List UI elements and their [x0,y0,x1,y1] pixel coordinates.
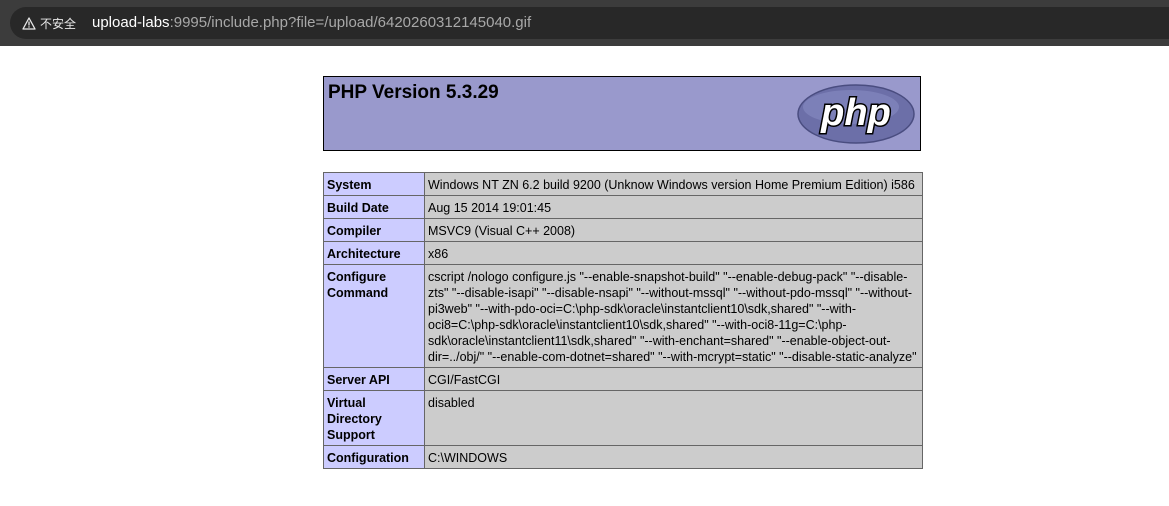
browser-toolbar: 不安全 upload-labs:9995/include.php?file=/u… [0,0,1169,46]
table-row: Architecture x86 [323,241,923,265]
phpinfo-table: System Windows NT ZN 6.2 build 9200 (Unkn… [323,172,923,469]
row-value: disabled [424,390,923,446]
row-key: Build Date [323,195,425,219]
table-row: Configuration C:\WINDOWS [323,445,923,469]
warning-icon [22,16,36,30]
row-key: Configure Command [323,264,425,368]
table-row: Virtual Directory Support disabled [323,390,923,446]
row-key: Architecture [323,241,425,265]
table-row: Build Date Aug 15 2014 19:01:45 [323,195,923,219]
row-key: Configuration [323,445,425,469]
table-row: Server API CGI/FastCGI [323,367,923,391]
row-value: cscript /nologo configure.js "--enable-s… [424,264,923,368]
url-text[interactable]: upload-labs:9995/include.php?file=/uploa… [92,14,531,32]
security-label: 不安全 [40,16,77,31]
security-indicator[interactable]: 不安全 [20,12,90,34]
row-value: Aug 15 2014 19:01:45 [424,195,923,219]
row-value: CGI/FastCGI [424,367,923,391]
row-key: Compiler [323,218,425,242]
row-value: C:\WINDOWS [424,445,923,469]
url-path: :9995/include.php?file=/upload/642026031… [169,14,532,31]
row-value: MSVC9 (Visual C++ 2008) [424,218,923,242]
php-logo-icon[interactable]: php [796,83,916,145]
table-row: Configure Command cscript /nologo configu… [323,264,923,368]
url-host: upload-labs [92,14,170,31]
address-bar[interactable]: 不安全 upload-labs:9995/include.php?file=/u… [10,7,1169,39]
row-key: System [323,172,425,196]
row-key: Server API [323,367,425,391]
table-row: System Windows NT ZN 6.2 build 9200 (Unkn… [323,172,923,196]
row-value: x86 [424,241,923,265]
php-logo-text: php [820,92,891,134]
row-value: Windows NT ZN 6.2 build 9200 (Unknow Win… [424,172,923,196]
table-row: Compiler MSVC9 (Visual C++ 2008) [323,218,923,242]
row-key: Virtual Directory Support [323,390,425,446]
phpinfo-header: PHP Version 5.3.29 php [323,76,921,151]
page-title: PHP Version 5.3.29 [328,82,499,103]
page-content: PHP Version 5.3.29 php System Windows NT … [0,46,1169,506]
